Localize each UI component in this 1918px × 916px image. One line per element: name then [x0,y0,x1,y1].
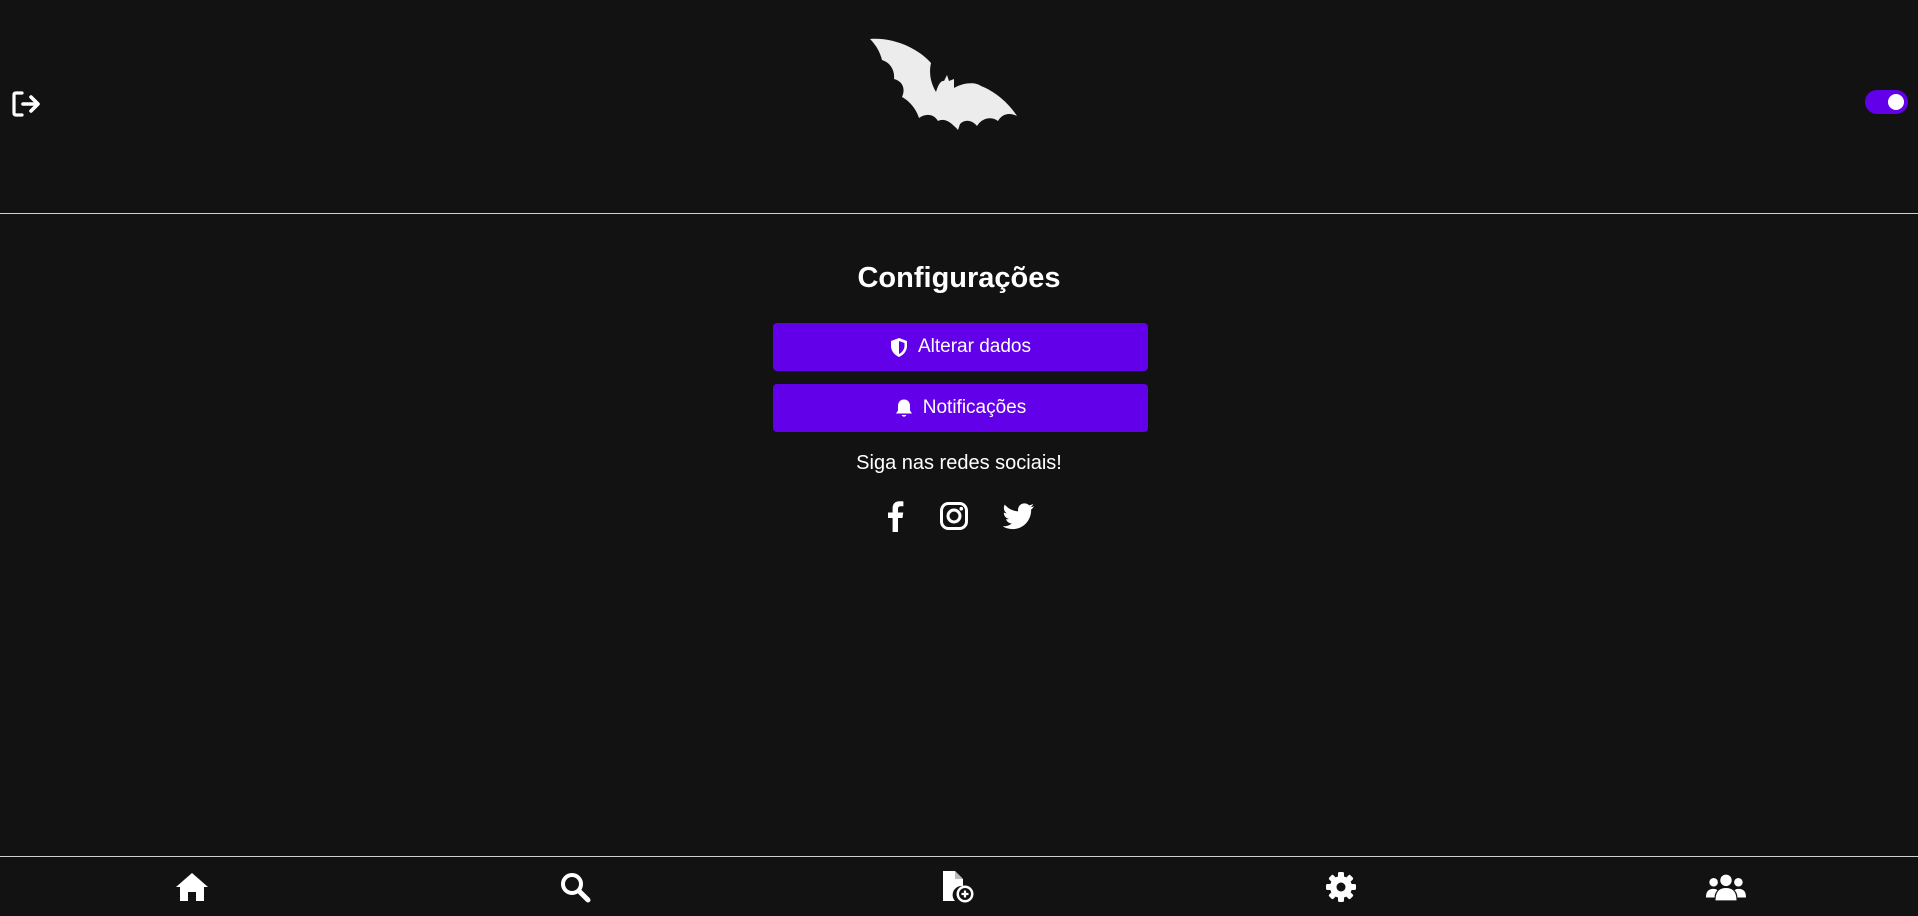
facebook-icon [888,501,904,532]
new-file-icon [943,871,974,903]
settings-content: Configurações Alterar dados Notificações… [0,214,1918,856]
nav-community[interactable] [1706,869,1746,905]
bottom-navigation [0,856,1918,916]
nav-new-post[interactable] [938,869,978,905]
page-title: Configurações [857,262,1061,294]
nav-search[interactable] [555,869,595,905]
theme-toggle-switch[interactable] [1865,90,1908,114]
social-prompt: Siga nas redes sociais! [856,452,1062,474]
alterar-dados-label: Alterar dados [917,336,1031,357]
social-links [885,499,1035,533]
instagram-icon [940,502,968,530]
facebook-link[interactable] [885,500,905,532]
logout-button[interactable] [10,87,44,121]
top-header [0,0,1918,214]
nav-home[interactable] [172,869,212,905]
twitter-link[interactable] [1003,502,1035,530]
sign-out-icon [12,91,40,117]
nav-settings[interactable] [1321,869,1361,905]
notificacoes-label: Notificações [922,397,1027,418]
users-icon [1706,874,1746,901]
notificacoes-button[interactable]: Notificações [773,384,1148,432]
toggle-knob [1888,94,1904,110]
bat-logo [870,38,1017,130]
shield-icon [890,337,907,357]
bell-icon [895,399,912,417]
alterar-dados-button[interactable]: Alterar dados [773,323,1148,371]
search-icon [561,873,591,903]
instagram-link[interactable] [939,501,969,531]
twitter-icon [1003,502,1034,529]
settings-page: Configurações Alterar dados Notificações… [0,0,1918,916]
gear-icon [1326,872,1356,902]
home-icon [176,873,208,901]
